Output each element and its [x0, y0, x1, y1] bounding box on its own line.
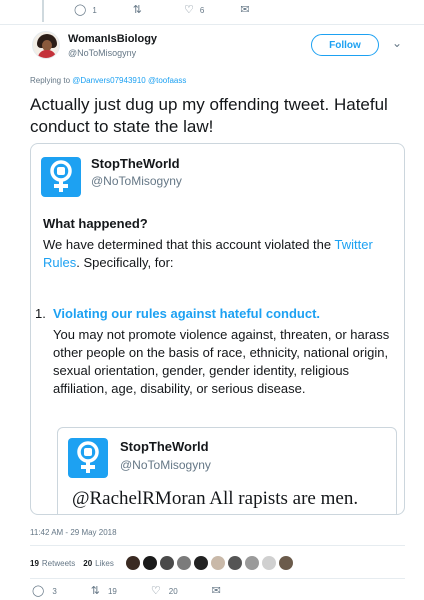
reply-icon: ◯ [32, 585, 45, 597]
like-button[interactable]: ♡ 20 [151, 586, 178, 597]
divider [0, 24, 424, 25]
liker-avatar[interactable] [176, 556, 191, 570]
envelope-icon: ✉ [240, 4, 250, 16]
reply-button[interactable]: ◯ 3 [32, 586, 57, 597]
liker-avatar[interactable] [142, 556, 157, 570]
rule-text: You may not promote violence against, th… [53, 327, 390, 396]
embedded-tweet-card[interactable]: StopTheWorld @NoToMisogyny @RachelRMoran… [57, 427, 397, 514]
tweet-text: Actually just dug up my offending tweet.… [30, 95, 388, 136]
previous-tweet-actions: ◯ 1 ⇅ ♡ 6 ✉ [0, 0, 424, 26]
top-dm-button[interactable]: ✉ [240, 5, 255, 16]
like-count: 20 [168, 587, 178, 596]
divider [30, 545, 405, 546]
venus-fist-logo-icon [41, 157, 81, 197]
author-handle[interactable]: @NoToMisogyny [68, 48, 136, 58]
dm-button[interactable]: ✉ [212, 586, 229, 597]
top-retweet-button[interactable]: ⇅ [133, 5, 148, 16]
mention-link-1[interactable]: @Danvers07943910 [72, 76, 146, 85]
rule-title-link[interactable]: Violating our rules against hateful cond… [53, 306, 320, 321]
divider [30, 578, 405, 579]
reply-icon: ◯ [74, 4, 87, 16]
liker-avatar[interactable] [159, 556, 174, 570]
retweets-stat[interactable]: 19 Retweets [30, 559, 75, 568]
liker-avatar[interactable] [193, 556, 208, 570]
quoted-tweet-card[interactable]: StopTheWorld @NoToMisogyny What happened… [30, 143, 405, 515]
liker-avatar[interactable] [210, 556, 225, 570]
liker-avatar[interactable] [125, 556, 140, 570]
thread-line [42, 0, 44, 22]
quoted-author-handle: @NoToMisogyny [91, 174, 182, 188]
embedded-author-handle: @NoToMisogyny [120, 458, 211, 472]
notice-heading: What happened? [43, 216, 148, 231]
embedded-tweet-text-cut: ... ... ... ... ... ... ... [72, 510, 200, 514]
liker-avatar[interactable] [261, 556, 276, 570]
embedded-author-name: StopTheWorld [120, 439, 209, 454]
author-name[interactable]: WomanIsBiology [68, 33, 157, 45]
notice-body: We have determined that this account vio… [43, 237, 373, 270]
timestamp[interactable]: 11:42 AM - 29 May 2018 [30, 528, 117, 537]
top-reply-button[interactable]: ◯ 1 [74, 5, 97, 16]
retweet-button[interactable]: ⇅ 19 [91, 586, 117, 597]
liker-avatars [125, 556, 296, 570]
follow-button[interactable]: Follow [311, 34, 379, 56]
mention-link-2[interactable]: @toofaass [148, 76, 186, 85]
tweet-header: WomanIsBiology @NoToMisogyny Follow ⌄ [0, 26, 424, 72]
heart-icon: ♡ [183, 4, 194, 16]
liker-avatar[interactable] [227, 556, 242, 570]
engagement-stats: 19 Retweets 20 Likes [30, 553, 296, 573]
liker-avatar[interactable] [278, 556, 293, 570]
tweet-action-bar: ◯ 3 ⇅ 19 ♡ 20 ✉ [32, 586, 263, 597]
retweet-icon: ⇅ [90, 585, 100, 597]
heart-icon: ♡ [150, 585, 161, 597]
top-reply-count: 1 [92, 6, 97, 15]
top-like-button[interactable]: ♡ 6 [184, 5, 204, 16]
envelope-icon: ✉ [211, 585, 221, 597]
top-like-count: 6 [199, 6, 205, 15]
top-action-bar: ◯ 1 ⇅ ♡ 6 ✉ [74, 5, 292, 16]
retweet-icon: ⇅ [132, 4, 142, 16]
likes-stat[interactable]: 20 Likes [83, 559, 114, 568]
retweet-count: 19 [107, 587, 117, 596]
embedded-tweet-text: @RachelRMoran All rapists are men. [72, 488, 359, 509]
quoted-author-name: StopTheWorld [91, 156, 180, 171]
replying-to: Replying to @Danvers07943910 @toofaass [30, 76, 187, 85]
avatar[interactable] [32, 31, 60, 59]
rule-number: 1. [35, 306, 46, 321]
venus-fist-logo-icon [68, 438, 108, 478]
chevron-down-icon[interactable]: ⌄ [392, 36, 402, 50]
liker-avatar[interactable] [244, 556, 259, 570]
reply-count: 3 [52, 587, 57, 596]
